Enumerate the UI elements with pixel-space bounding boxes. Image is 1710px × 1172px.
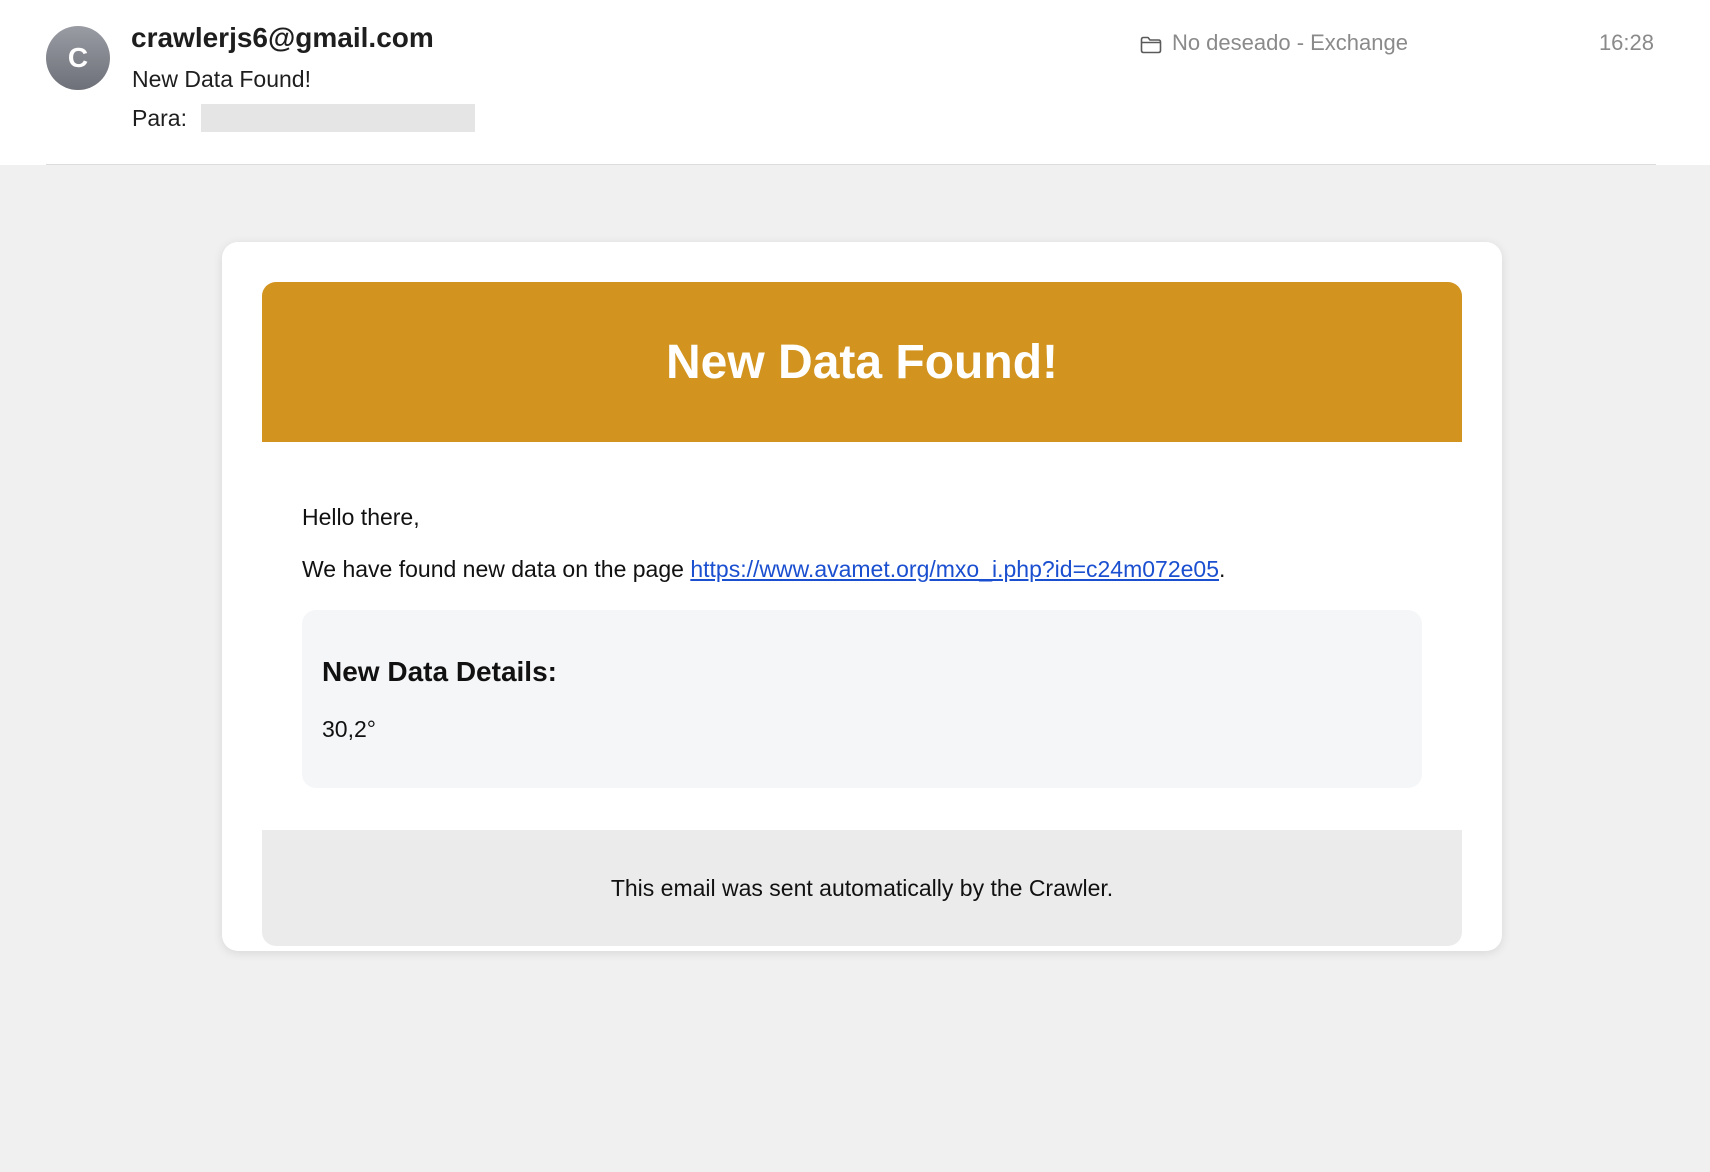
intro-suffix: .	[1219, 556, 1226, 582]
recipient-row: Para:	[132, 104, 475, 132]
mail-header: C crawlerjs6@gmail.com New Data Found! P…	[0, 0, 1710, 165]
sender-address[interactable]: crawlerjs6@gmail.com	[131, 22, 434, 54]
email-banner: New Data Found!	[262, 282, 1462, 442]
details-title: New Data Details:	[322, 656, 557, 687]
details-box: New Data Details: 30,2°	[302, 610, 1422, 788]
folder-label[interactable]: No deseado - Exchange	[1140, 30, 1408, 56]
avatar[interactable]: C	[46, 26, 110, 90]
to-label: Para:	[132, 104, 187, 131]
greeting-text: Hello there,	[302, 504, 420, 530]
message-body[interactable]: New Data Found! Hello there, We have fou…	[0, 165, 1710, 1172]
message-time: 16:28	[1598, 30, 1654, 55]
intro-text: We have found new data on the page https…	[302, 556, 1225, 583]
message-subject: New Data Found!	[132, 66, 311, 92]
email-footer: This email was sent automatically by the…	[262, 830, 1462, 946]
banner-title: New Data Found!	[666, 335, 1058, 389]
details-value: 30,2°	[322, 716, 376, 742]
folder-name: No deseado - Exchange	[1171, 30, 1408, 55]
email-card: New Data Found! Hello there, We have fou…	[222, 242, 1502, 951]
page-link[interactable]: https://www.avamet.org/mxo_i.php?id=c24m…	[690, 556, 1219, 582]
intro-prefix: We have found new data on the page	[302, 556, 691, 582]
recipient-redacted[interactable]	[200, 104, 475, 132]
folder-icon	[1140, 34, 1162, 54]
footer-text: This email was sent automatically by the…	[610, 874, 1114, 901]
